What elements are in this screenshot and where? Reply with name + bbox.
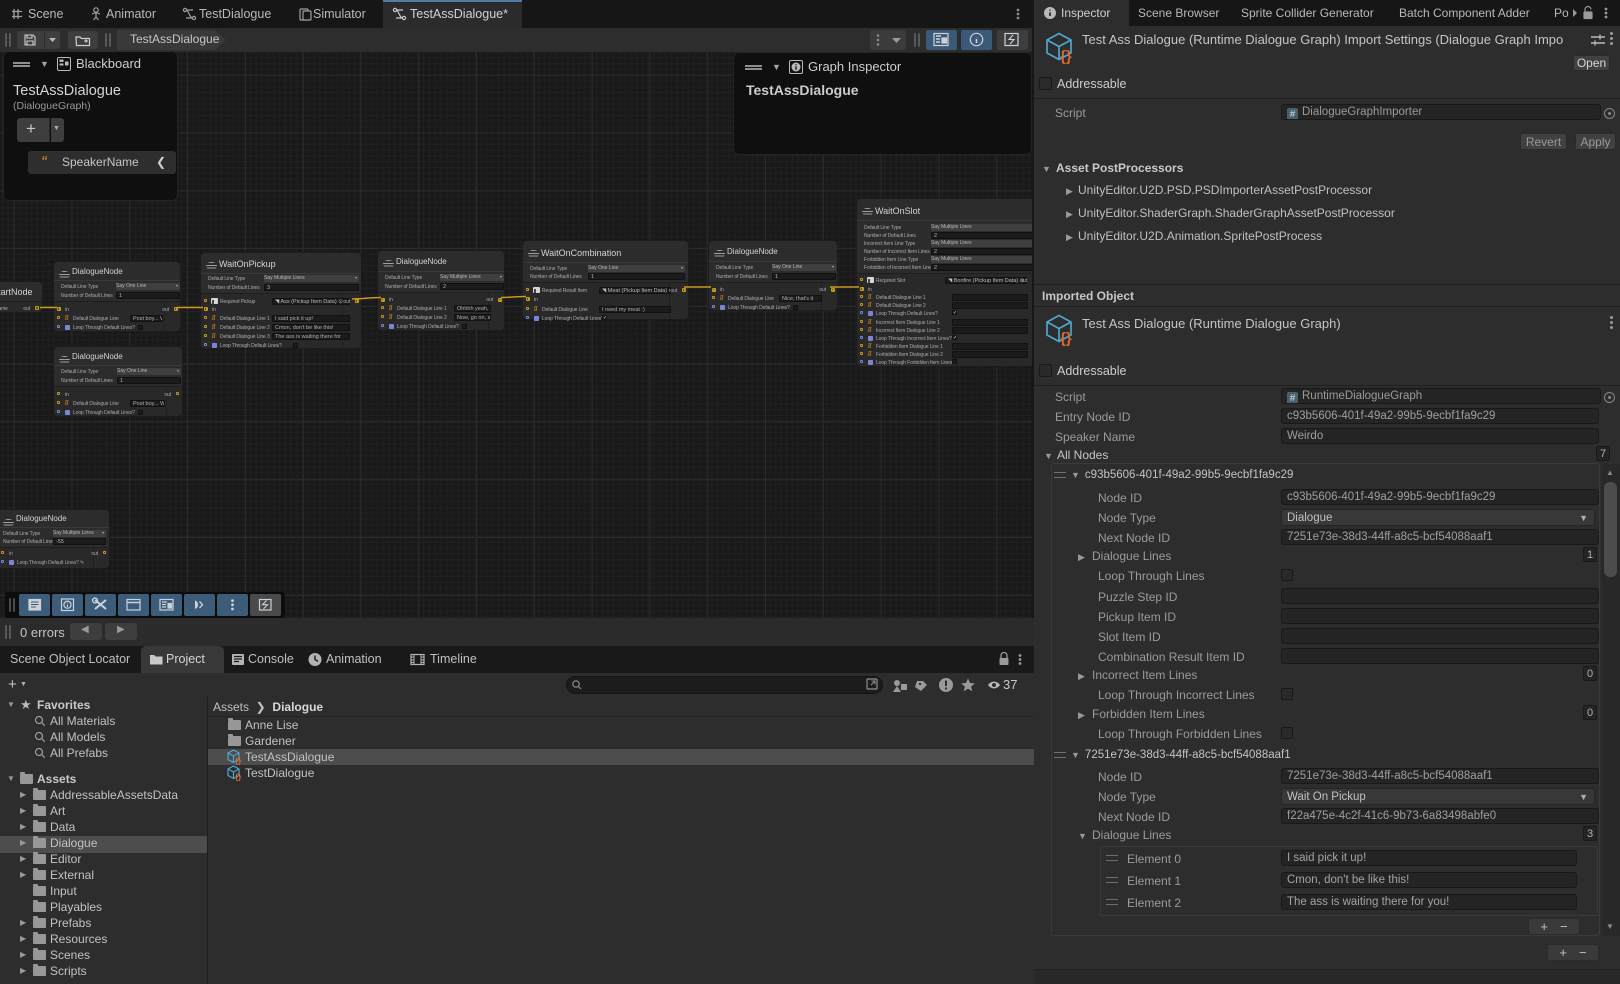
svg-text:{}: {} [235, 757, 241, 766]
svg-text:{}: {} [1060, 330, 1072, 347]
svg-text:{}: {} [1060, 48, 1072, 65]
svg-text:{}: {} [235, 773, 241, 782]
